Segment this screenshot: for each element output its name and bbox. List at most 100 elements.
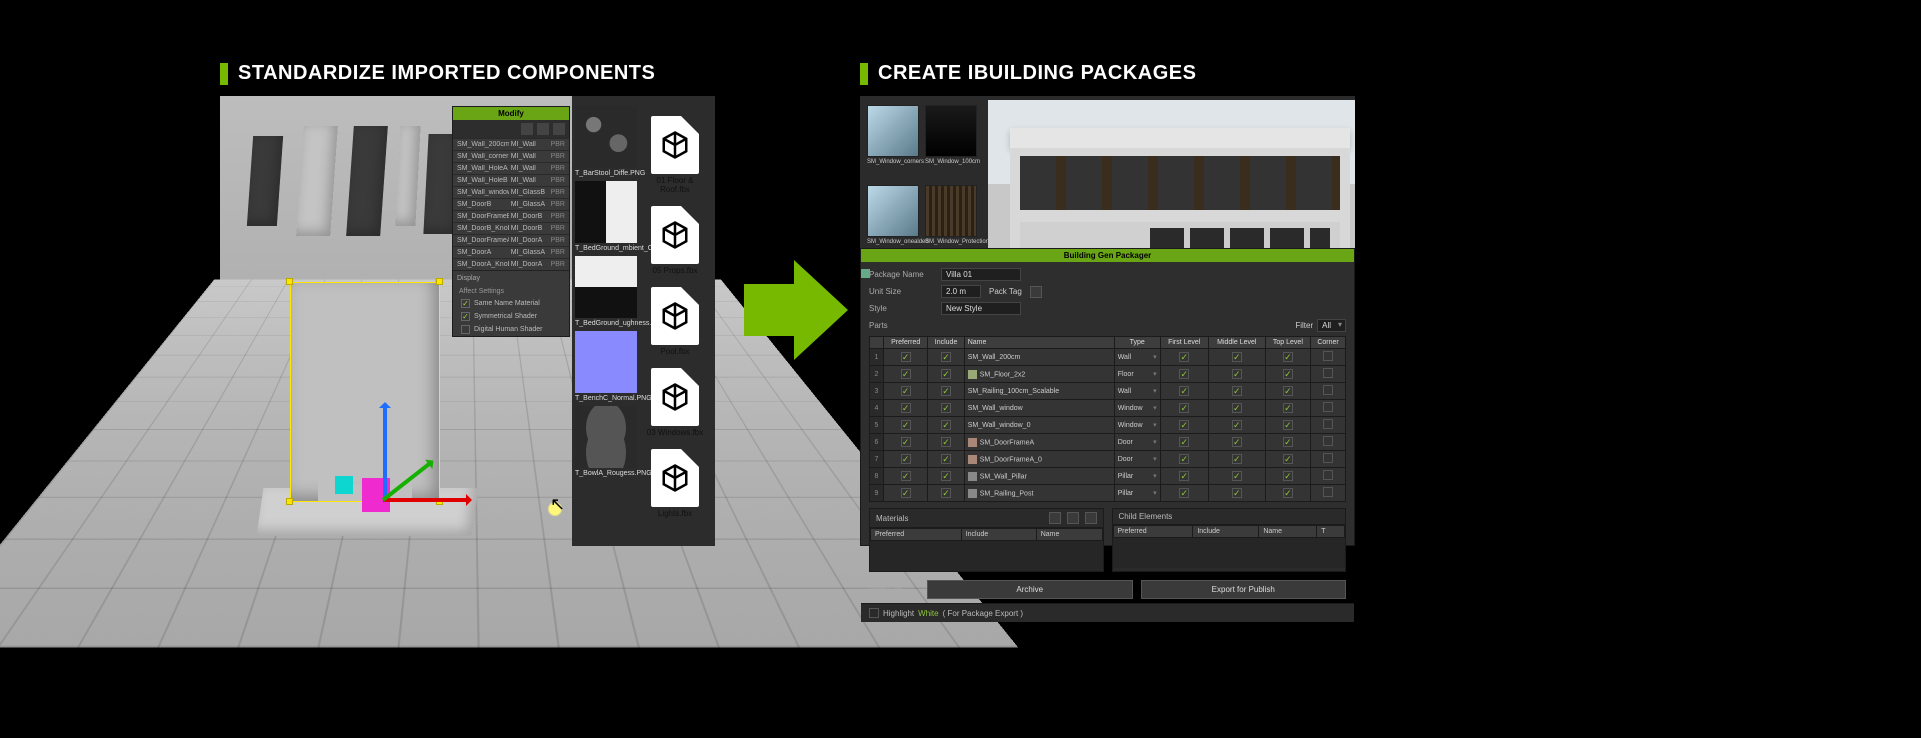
parts-row[interactable]: 3SM_Railing_100cm_ScalableWall — [870, 383, 1346, 400]
material-row[interactable]: SM_DoorAMI_GlassAPBR — [453, 246, 569, 258]
checkbox[interactable] — [1323, 470, 1333, 480]
checkbox[interactable] — [1232, 471, 1242, 481]
type-select[interactable]: Door — [1118, 438, 1157, 446]
modify-tool-icon[interactable] — [521, 123, 533, 135]
modify-tool-icon[interactable] — [537, 123, 549, 135]
checkbox[interactable] — [941, 437, 951, 447]
checkbox[interactable] — [941, 386, 951, 396]
texture-thumbnail[interactable]: T_BarStool_Diffe.PNG — [575, 106, 637, 177]
checkbox[interactable] — [941, 352, 951, 362]
material-row[interactable]: SM_Wall_windowMI_GlassBPBR — [453, 186, 569, 198]
checkbox[interactable] — [1283, 420, 1293, 430]
checkbox[interactable] — [941, 403, 951, 413]
checkbox[interactable] — [1323, 402, 1333, 412]
materials-btn[interactable] — [1085, 512, 1097, 524]
parts-row[interactable]: 5SM_Wall_window_0Window — [870, 417, 1346, 434]
type-select[interactable]: Floor — [1118, 370, 1157, 378]
checkbox[interactable] — [941, 454, 951, 464]
modify-checkbox-row[interactable]: ✓Same Name Material — [453, 297, 569, 310]
type-select[interactable]: Wall — [1118, 353, 1157, 361]
checkbox[interactable] — [1283, 437, 1293, 447]
material-row[interactable]: SM_DoorBMI_GlassAPBR — [453, 198, 569, 210]
checkbox[interactable] — [1283, 488, 1293, 498]
style-input[interactable]: New Style — [941, 302, 1021, 315]
asset-thumbnail[interactable]: SM_Window_100cm — [925, 105, 977, 165]
checkbox[interactable] — [1283, 369, 1293, 379]
gizmo-z-axis[interactable] — [383, 406, 387, 501]
checkbox[interactable] — [1323, 419, 1333, 429]
checkbox[interactable] — [1323, 385, 1333, 395]
checkbox[interactable] — [941, 369, 951, 379]
checkbox[interactable] — [1232, 369, 1242, 379]
material-row[interactable]: SM_Wall_cornerMI_WallPBR — [453, 150, 569, 162]
type-select[interactable]: Pillar — [1118, 489, 1157, 497]
parts-row[interactable]: 7SM_DoorFrameA_0Door — [870, 451, 1346, 468]
unit-size-input[interactable]: 2.0 m — [941, 285, 981, 298]
checkbox[interactable] — [1179, 369, 1189, 379]
filter-select[interactable]: All — [1317, 319, 1346, 332]
checkbox[interactable] — [1232, 386, 1242, 396]
export-publish-button[interactable]: Export for Publish — [1141, 580, 1347, 599]
checkbox[interactable] — [1323, 453, 1333, 463]
material-row[interactable]: SM_DoorB_KnobMI_DoorBPBR — [453, 222, 569, 234]
material-row[interactable]: SM_DoorA_KnobMI_DoorAPBR — [453, 258, 569, 270]
checkbox[interactable] — [901, 420, 911, 430]
parts-row[interactable]: 9SM_Railing_PostPillar — [870, 485, 1346, 502]
type-select[interactable]: Window — [1118, 421, 1157, 429]
fbx-file-item[interactable]: 05 Props.fbx — [644, 206, 706, 275]
fbx-file-item[interactable]: 03 Windows.fbx — [644, 368, 706, 437]
asset-thumbnail[interactable]: SM_Window_onealded — [867, 185, 919, 245]
material-row[interactable]: SM_Wall_200cmMI_WallPBR — [453, 138, 569, 150]
checkbox[interactable] — [1323, 351, 1333, 361]
checkbox[interactable] — [1179, 386, 1189, 396]
checkbox[interactable] — [901, 352, 911, 362]
materials-btn[interactable] — [1049, 512, 1061, 524]
type-select[interactable]: Pillar — [1118, 472, 1157, 480]
parts-row[interactable]: 4SM_Wall_windowWindow — [870, 400, 1346, 417]
checkbox[interactable] — [1232, 420, 1242, 430]
checkbox[interactable] — [1179, 437, 1189, 447]
asset-thumbnail[interactable]: SM_Window_corners — [867, 105, 919, 165]
texture-thumbnail[interactable]: T_BenchC_Normal.PNG — [575, 331, 637, 402]
package-name-input[interactable]: Villa 01 — [941, 268, 1021, 281]
checkbox[interactable] — [1232, 454, 1242, 464]
type-select[interactable]: Window — [1118, 404, 1157, 412]
parts-row[interactable]: 2SM_Floor_2x2Floor — [870, 366, 1346, 383]
parts-row[interactable]: 6SM_DoorFrameADoor — [870, 434, 1346, 451]
highlight-checkbox[interactable] — [869, 608, 879, 618]
parts-row[interactable]: 8SM_Wall_PillarPillar — [870, 468, 1346, 485]
checkbox[interactable] — [1232, 437, 1242, 447]
parts-row[interactable]: 1SM_Wall_200cmWall — [870, 349, 1346, 366]
asset-thumbnail[interactable]: SM_Window_Protection_Floor — [925, 185, 977, 245]
transform-gizmo[interactable] — [345, 406, 435, 526]
material-row[interactable]: SM_Wall_HoleBMI_WallPBR — [453, 174, 569, 186]
checkbox[interactable] — [1179, 420, 1189, 430]
material-row[interactable]: SM_DoorFrameAMI_DoorAPBR — [453, 234, 569, 246]
checkbox[interactable] — [1283, 386, 1293, 396]
checkbox[interactable] — [1283, 403, 1293, 413]
checkbox[interactable] — [901, 488, 911, 498]
materials-btn[interactable] — [1067, 512, 1079, 524]
checkbox[interactable] — [901, 403, 911, 413]
checkbox[interactable] — [1323, 436, 1333, 446]
checkbox[interactable] — [1179, 454, 1189, 464]
material-row[interactable]: SM_Wall_HoleAMI_WallPBR — [453, 162, 569, 174]
checkbox[interactable] — [1179, 488, 1189, 498]
modify-checkbox-row[interactable]: ✓Symmetrical Shader — [453, 310, 569, 323]
checkbox[interactable] — [941, 471, 951, 481]
checkbox[interactable] — [1179, 352, 1189, 362]
checkbox[interactable] — [941, 420, 951, 430]
gizmo-x-axis[interactable] — [383, 498, 468, 502]
checkbox[interactable] — [1232, 403, 1242, 413]
checkbox[interactable] — [1232, 488, 1242, 498]
checkbox[interactable] — [901, 454, 911, 464]
texture-thumbnail[interactable]: T_BedGround_ughness.PNG — [575, 256, 637, 327]
checkbox[interactable] — [901, 471, 911, 481]
checkbox[interactable] — [941, 488, 951, 498]
archive-button[interactable]: Archive — [927, 580, 1133, 599]
modify-checkbox-row[interactable]: Digital Human Shader — [453, 323, 569, 336]
checkbox[interactable] — [1179, 403, 1189, 413]
checkbox[interactable] — [1283, 471, 1293, 481]
type-select[interactable]: Door — [1118, 455, 1157, 463]
fbx-file-item[interactable]: Lights.fbx — [644, 449, 706, 518]
